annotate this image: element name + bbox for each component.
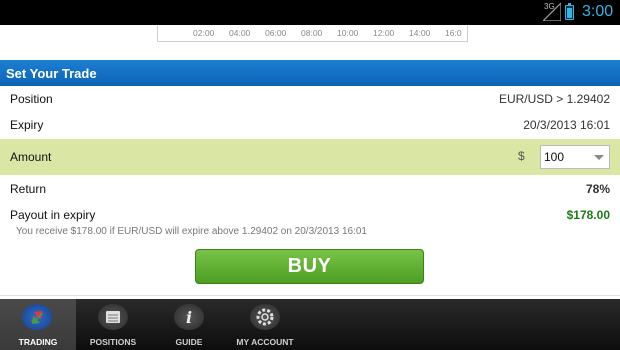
return-label: Return: [10, 182, 47, 196]
nav-trading[interactable]: TRADING: [0, 299, 76, 350]
position-label: Position: [10, 92, 53, 106]
nav-positions[interactable]: POSITIONS: [76, 299, 150, 350]
guide-info-icon: i: [174, 304, 204, 330]
chart-x-tick: 06:00: [265, 28, 287, 38]
expiry-label: Expiry: [10, 118, 44, 132]
buy-button[interactable]: BUY: [195, 249, 424, 284]
trading-icon: [22, 304, 52, 330]
section-title: Set Your Trade: [0, 60, 620, 86]
expiry-value: 20/3/2013 16:01: [523, 118, 610, 132]
status-clock: 3:00: [582, 3, 614, 20]
chart-x-axis: 02:00 04:00 06:00 08:00 10:00 12:00 14:00 16:0: [193, 28, 468, 40]
chart-x-tick: 02:00: [193, 28, 215, 38]
expiry-row: Expiry 20/3/2013 16:01: [0, 112, 620, 138]
amount-row: Amount $ 100: [0, 139, 620, 175]
nav-positions-label: POSITIONS: [89, 337, 137, 347]
nav-guide-label: GUIDE: [175, 337, 203, 347]
nav-guide[interactable]: i GUIDE: [157, 299, 221, 350]
position-row: Position EUR/USD > 1.29402: [0, 86, 620, 112]
amount-currency: $: [518, 149, 525, 163]
amount-select-value: 100: [544, 150, 565, 164]
app-screen: 3G 3:00 02:00 04:00 06:00 08:00 10:00 12:00 14…: [0, 0, 620, 350]
gear-icon: [250, 304, 280, 330]
payout-label: Payout in expiry: [10, 208, 96, 222]
svg-text:i: i: [186, 308, 192, 327]
amount-label: Amount: [10, 150, 52, 164]
nav-trading-label: TRADING: [18, 337, 58, 347]
nav-account-label: MY ACCOUNT: [236, 337, 294, 347]
chart-x-tick: 12:00: [373, 28, 395, 38]
chart-x-tick: 10:00: [337, 28, 359, 38]
chart-x-tick: 08:00: [301, 28, 323, 38]
network-type: 3G: [544, 2, 555, 11]
bottom-nav: TRADING POSITIONS i GUIDE MY ACCOUNT: [0, 299, 620, 350]
nav-account[interactable]: MY ACCOUNT: [228, 299, 302, 350]
amount-select[interactable]: 100: [540, 145, 610, 169]
return-row: Return 78%: [0, 176, 620, 202]
payout-value: $178.00: [566, 208, 610, 222]
price-chart[interactable]: 02:00 04:00 06:00 08:00 10:00 12:00 14:00 16:0: [0, 25, 620, 59]
divider: [0, 295, 620, 296]
chart-x-tick: 14:00: [409, 28, 431, 38]
position-value: EUR/USD > 1.29402: [498, 92, 610, 106]
return-value: 78%: [585, 182, 610, 196]
chart-x-tick: 16:0: [445, 28, 462, 38]
payout-note: You receive $178.00 if EUR/USD will expi…: [16, 226, 367, 237]
payout-row: Payout in expiry $178.00: [0, 202, 620, 224]
battery-icon: [565, 3, 574, 20]
chart-x-tick: 04:00: [229, 28, 251, 38]
positions-icon: [98, 304, 128, 330]
status-bar: 3G 3:00: [0, 0, 620, 25]
